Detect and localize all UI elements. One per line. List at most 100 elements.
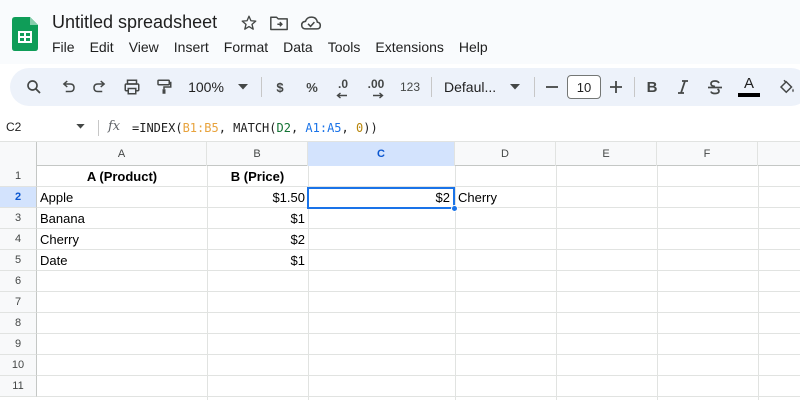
chevron-down-icon [510,84,521,90]
column-header-f[interactable]: F [657,142,758,166]
formula-text: =INDEX( [132,121,183,135]
text-color-button[interactable]: A [736,68,762,106]
menu-insert[interactable]: Insert [166,38,216,56]
row-header-1[interactable]: 1 [0,166,37,187]
cell-a3[interactable]: Banana [37,208,207,229]
grid-line [37,396,800,397]
decrease-font-size-icon[interactable] [542,68,562,106]
cell-d2[interactable]: Cherry [455,187,556,208]
menu-format[interactable]: Format [216,38,275,56]
menu-data[interactable]: Data [276,38,321,56]
name-box[interactable]: C2 [6,120,21,134]
grid-line [556,166,557,400]
paint-format-icon[interactable] [152,68,176,106]
formula-input[interactable]: =INDEX(B1:B5, MATCH(D2, A1:A5, 0)) [132,121,378,135]
title-bar: Untitled spreadsheet File Edit View Inse… [0,0,800,64]
row-header-11[interactable]: 11 [0,376,37,397]
search-menus-icon[interactable] [22,68,46,106]
chevron-down-icon[interactable] [76,124,85,129]
row-header-3[interactable]: 3 [0,208,37,229]
column-header-e[interactable]: E [556,142,657,166]
cell-b1[interactable]: B (Price) [207,166,308,187]
star-icon[interactable] [238,12,260,34]
increase-font-size-icon[interactable] [606,68,626,106]
cell-b4[interactable]: $2 [207,229,308,250]
select-all-corner[interactable] [0,142,37,166]
cell-a4[interactable]: Cherry [37,229,207,250]
formula-text: )) [363,121,378,135]
document-title[interactable]: Untitled spreadsheet [52,12,217,33]
print-icon[interactable] [120,68,144,106]
row-header-8[interactable]: 8 [0,313,37,334]
text-color-label: A [743,74,754,92]
number-format-button[interactable]: 123 [396,68,424,106]
formula-text: , [290,121,306,135]
menu-tools[interactable]: Tools [320,38,368,56]
sheets-logo-icon[interactable] [12,17,38,51]
toolbar-divider [261,77,262,97]
arrow-left-icon [336,92,347,99]
column-header-g-partial[interactable] [758,142,800,166]
arrow-right-icon [373,92,384,99]
font-family-select[interactable]: Defaul... [440,68,524,106]
row-header-6[interactable]: 6 [0,271,37,292]
formula-text: , MATCH( [218,121,277,135]
row-header-2[interactable]: 2 [0,187,37,208]
column-header-d[interactable]: D [455,142,556,166]
cell-b5[interactable]: $1 [207,250,308,271]
menu-edit[interactable]: Edit [82,38,121,56]
decrease-decimal-button[interactable]: .0 [330,68,356,106]
strikethrough-icon[interactable] [704,68,726,106]
menu-help[interactable]: Help [451,38,495,56]
fx-icon: fx [108,119,121,134]
menu-extensions[interactable]: Extensions [368,38,451,56]
chevron-down-icon [237,84,248,90]
fill-color-icon[interactable] [774,68,800,106]
formula-range-reference: A1:A5 [305,121,342,135]
toolbar: 100% $ % .0 .00 123 Defaul... 10 B A [10,68,800,106]
column-header-c[interactable]: C [308,142,455,166]
formula-range-reference: B1:B5 [182,121,219,135]
font-size-input[interactable]: 10 [567,75,601,99]
row-header-4[interactable]: 4 [0,229,37,250]
cell-b3[interactable]: $1 [207,208,308,229]
formula-text: , [341,121,356,135]
toolbar-divider [431,77,432,97]
column-header-a[interactable]: A [37,142,207,166]
fill-handle[interactable] [451,205,458,212]
grid-line [37,354,800,355]
formula-cell-reference: D2 [276,121,291,135]
undo-icon[interactable] [56,68,80,106]
row-header-9[interactable]: 9 [0,334,37,355]
row-header-7[interactable]: 7 [0,292,37,313]
grid-line [37,312,800,313]
cloud-status-icon[interactable] [300,12,322,34]
column-header-b[interactable]: B [207,142,308,166]
spreadsheet-grid: A B C D E F 1 2 3 4 5 6 7 8 9 10 11 A (P… [0,142,800,400]
menu-view[interactable]: View [121,38,166,56]
currency-format-button[interactable]: $ [268,68,292,106]
cell-a1[interactable]: A (Product) [37,166,207,187]
redo-icon[interactable] [88,68,112,106]
increase-decimal-button[interactable]: .00 [362,68,390,106]
cell-b2[interactable]: $1.50 [207,187,308,208]
cell-selection-border [307,187,455,209]
toolbar-divider [534,77,535,97]
italic-icon[interactable] [672,68,694,106]
grid-line [37,375,800,376]
formula-bar-divider [98,120,99,136]
bold-button[interactable]: B [641,68,663,106]
cell-a2[interactable]: Apple [37,187,207,208]
decrease-decimal-label: .0 [337,77,348,91]
cell-a5[interactable]: Date [37,250,207,271]
row-header-10[interactable]: 10 [0,355,37,376]
row-header-5[interactable]: 5 [0,250,37,271]
menu-file[interactable]: File [52,38,82,56]
zoom-select[interactable]: 100% [186,68,250,106]
increase-decimal-label: .00 [367,77,385,91]
grid-line [657,166,658,400]
grid-line [37,333,800,334]
menu-bar: File Edit View Insert Format Data Tools … [52,38,495,56]
percent-format-button[interactable]: % [300,68,324,106]
move-to-folder-icon[interactable] [268,12,290,34]
